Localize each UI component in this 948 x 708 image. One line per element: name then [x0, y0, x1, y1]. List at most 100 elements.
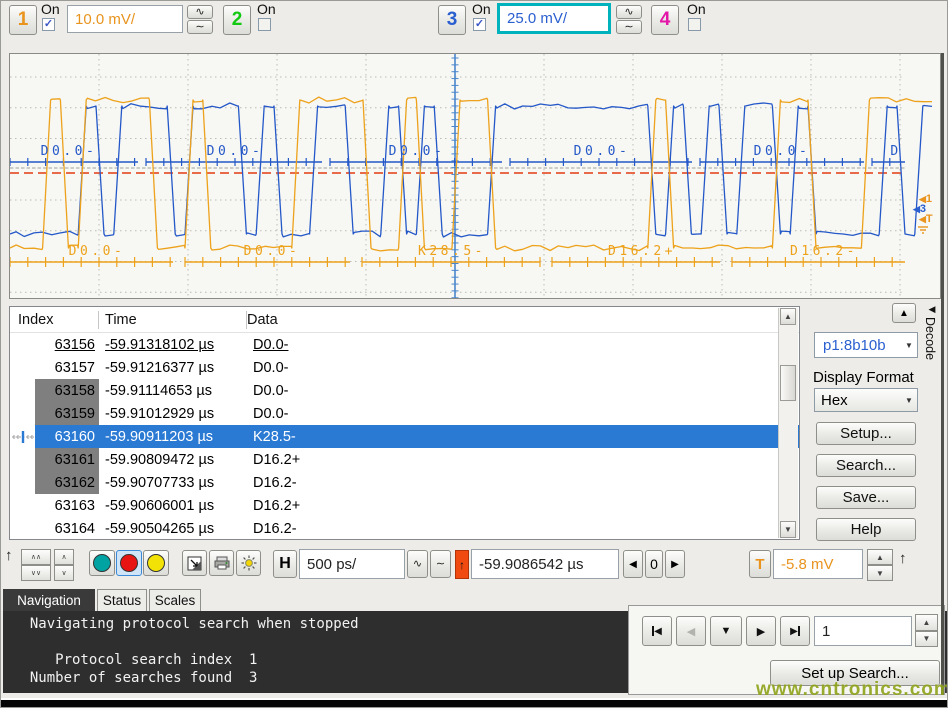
watermark: www.cntronics.com — [756, 679, 948, 701]
channel-1-button[interactable]: 1 — [9, 5, 37, 35]
channel-3-level-marker-icon[interactable]: ◀3 — [913, 204, 926, 214]
table-row[interactable]: 63163 -59.90606001 µs D16.2+ — [10, 494, 799, 517]
spin-up-icon[interactable]: ∧∧ — [21, 549, 51, 565]
table-row[interactable]: 63161 -59.90809472 µs D16.2+ — [10, 448, 799, 471]
display-format-dropdown[interactable]: Hex ▼ — [814, 388, 918, 412]
col-header-data[interactable]: Data — [247, 312, 278, 328]
trigger-level-marker-icon[interactable]: ◀T — [919, 214, 933, 224]
setup-button[interactable]: Setup... — [816, 422, 916, 445]
channel-3-scale-field[interactable]: 25.0 mV/ — [497, 3, 611, 34]
spin-up-icon[interactable]: ▲ — [915, 614, 938, 631]
search-index-field[interactable]: 1 — [814, 616, 912, 646]
zoom-waveform-icon[interactable]: ∿ — [407, 550, 428, 578]
brightness-icon[interactable] — [236, 550, 261, 576]
channel-3-waveshape-noisy-icon[interactable]: ∿ — [616, 5, 642, 19]
channel-2-on-checkbox[interactable] — [258, 18, 271, 31]
col-header-time[interactable]: Time — [99, 311, 247, 329]
window-right-border — [941, 53, 944, 695]
nav-previous-button[interactable]: ◀ — [676, 616, 706, 646]
svg-text:D0.0-: D0.0- — [389, 144, 446, 159]
panel-collapse-up-icon[interactable]: ▲ — [892, 303, 916, 323]
channel-1-waveshape-smooth-icon[interactable]: ∼ — [187, 20, 213, 34]
spin-down-icon[interactable]: ▼ — [915, 631, 938, 648]
search-button[interactable]: Search... — [816, 454, 916, 477]
spin-down-icon[interactable]: ▼ — [867, 565, 893, 581]
cell-index: 63164 — [35, 517, 99, 540]
channel-1-waveshape-noisy-icon[interactable]: ∿ — [187, 5, 213, 19]
channel-1-number: 1 — [18, 9, 29, 31]
single-button[interactable] — [143, 550, 169, 576]
scroll-up-icon[interactable]: ▲ — [780, 308, 796, 325]
trigger-button[interactable]: T — [749, 550, 771, 578]
decode-source-dropdown[interactable]: p1:8b10b ▼ — [814, 332, 918, 358]
cell-index: 63157 — [35, 356, 99, 379]
print-icon[interactable] — [209, 550, 234, 576]
tab-scales[interactable]: Scales — [149, 589, 201, 611]
normal-waveform-icon[interactable]: ∼ — [430, 550, 451, 578]
row-gutter — [10, 523, 35, 535]
pan-left-icon[interactable]: ◀ — [623, 550, 643, 578]
marker-up-icon: ↑ — [5, 547, 13, 564]
spin-up-icon[interactable]: ∧ — [54, 549, 74, 565]
screen-capture-icon[interactable] — [182, 550, 207, 576]
svg-text:D16.2-: D16.2- — [790, 244, 858, 259]
vertical-offset-spinner[interactable]: ∧ ∨ — [54, 549, 74, 581]
scroll-down-icon[interactable]: ▼ — [780, 521, 796, 538]
zero-position-button[interactable]: 0 — [645, 550, 663, 578]
decode-source-value: p1:8b10b — [815, 337, 886, 354]
table-row[interactable]: 63159 -59.91012929 µs D0.0- — [10, 402, 799, 425]
trigger-level-field[interactable]: -5.8 mV — [773, 549, 863, 579]
row-gutter — [10, 385, 35, 397]
channel-1-on-label: On — [41, 1, 60, 17]
channel-3-on-checkbox[interactable]: ✓ — [473, 18, 486, 31]
spin-down-icon[interactable]: ∨ — [54, 565, 74, 581]
trigger-position-marker-icon[interactable]: ↑ — [455, 550, 469, 579]
scrollbar-thumb[interactable] — [780, 365, 796, 401]
nav-last-button[interactable]: ▶ — [780, 616, 810, 646]
search-index-spinner[interactable]: ▲ ▼ — [915, 614, 938, 647]
table-row[interactable]: 63160 -59.90911203 µs K28.5- — [10, 425, 799, 448]
channel-3-button[interactable]: 3 — [438, 5, 466, 35]
waveform-display[interactable]: D0.0-D0.0-D0.0-D0.0-D0.0-DD0.0-D0.0-K28.… — [9, 53, 941, 299]
listing-scrollbar[interactable]: ▲ ▼ — [778, 308, 798, 538]
vertical-scale-spinner[interactable]: ∧∧ ∨∨ — [21, 549, 51, 581]
channel-1-scale-field[interactable]: 10.0 mV/ — [67, 5, 183, 33]
channel-3-waveshape-smooth-icon[interactable]: ∼ — [616, 20, 642, 34]
pan-right-icon[interactable]: ▶ — [665, 550, 685, 578]
cell-time: -59.91012929 µs — [99, 406, 247, 422]
horizontal-button[interactable]: H — [273, 550, 297, 578]
trigger-level-spinner[interactable]: ▲ ▼ — [867, 549, 893, 581]
tab-navigation[interactable]: Navigation — [3, 589, 95, 611]
table-row[interactable]: 63164 -59.90504265 µs D16.2- — [10, 517, 799, 540]
spin-up-icon[interactable]: ▲ — [867, 549, 893, 565]
horizontal-position-field[interactable]: -59.9086542 µs — [471, 549, 619, 579]
nav-first-button[interactable]: ◀ — [642, 616, 672, 646]
waveform-svg: D0.0-D0.0-D0.0-D0.0-D0.0-DD0.0-D0.0-K28.… — [10, 54, 940, 298]
channel-1-on-checkbox[interactable]: ✓ — [42, 18, 55, 31]
channel-4-on-checkbox[interactable] — [688, 18, 701, 31]
decode-sidebar[interactable]: ◀ Decode — [923, 304, 941, 394]
table-row[interactable]: 63157 -59.91216377 µs D0.0- — [10, 356, 799, 379]
svg-text:D0.0-: D0.0- — [754, 144, 811, 159]
row-gutter — [10, 408, 35, 420]
table-row[interactable]: 63162 -59.90707733 µs D16.2- — [10, 471, 799, 494]
cell-index: 63156 — [35, 333, 99, 356]
channel-2-button[interactable]: 2 — [223, 5, 251, 35]
svg-text:K28.5-: K28.5- — [418, 244, 486, 259]
stop-button[interactable] — [116, 550, 142, 576]
nav-next-button[interactable]: ▶ — [746, 616, 776, 646]
timebase-field[interactable]: 500 ps/ — [299, 549, 405, 579]
help-button[interactable]: Help — [816, 518, 916, 541]
table-row[interactable]: 63156 -59.91318102 µs D0.0- — [10, 333, 799, 356]
channel-4-button[interactable]: 4 — [651, 5, 679, 35]
save-button[interactable]: Save... — [816, 486, 916, 509]
table-row[interactable]: 63158 -59.91114653 µs D0.0- — [10, 379, 799, 402]
tab-status[interactable]: Status — [97, 589, 147, 611]
spin-down-icon[interactable]: ∨∨ — [21, 565, 51, 581]
cell-time: -59.91318102 µs — [99, 337, 247, 353]
run-button[interactable] — [89, 550, 115, 576]
col-header-index[interactable]: Index — [10, 311, 99, 329]
cell-time: -59.90809472 µs — [99, 452, 247, 468]
nav-stop-button[interactable]: ▼ — [710, 616, 742, 646]
cell-index: 63160 — [35, 425, 99, 448]
